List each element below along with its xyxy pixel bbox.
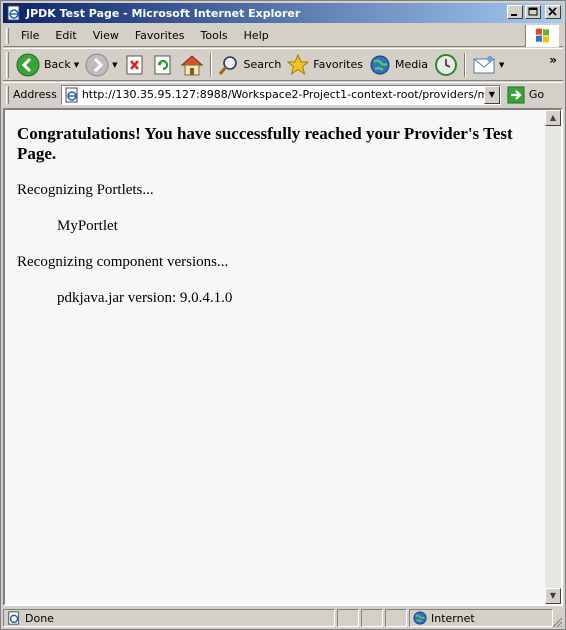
- page-content: Congratulations! You have successfully r…: [5, 110, 545, 604]
- security-zone-cell[interactable]: Internet: [409, 609, 553, 627]
- ie-page-icon: [7, 5, 20, 21]
- component-version: pdkjava.jar version: 9.0.4.1.0: [57, 290, 233, 306]
- menu-view[interactable]: View: [85, 27, 127, 44]
- windows-flag-icon: [536, 28, 549, 43]
- stop-button[interactable]: [121, 51, 149, 79]
- search-label: Search: [243, 58, 282, 71]
- address-label: Address: [13, 88, 57, 101]
- addressbar-grip[interactable]: [6, 85, 9, 104]
- forward-button[interactable]: ▼: [82, 51, 120, 79]
- maximize-button[interactable]: [525, 5, 541, 19]
- portlet-name: MyPortlet: [57, 218, 118, 234]
- resize-grip-icon[interactable]: [551, 616, 563, 628]
- mail-dropdown-icon[interactable]: ▼: [499, 61, 504, 69]
- refresh-icon: [154, 55, 170, 74]
- stop-icon: [126, 55, 142, 74]
- page-heading: Congratulations! You have successfully r…: [17, 124, 513, 163]
- vertical-scrollbar[interactable]: ▲ ▼: [545, 110, 561, 604]
- address-field[interactable]: ▼: [60, 84, 501, 105]
- recognizing-versions-text: Recognizing component versions...: [17, 254, 229, 270]
- status-pane-empty: [337, 609, 359, 627]
- refresh-button[interactable]: [149, 51, 177, 79]
- minimize-icon: [511, 14, 517, 16]
- forward-arrow-icon: [85, 53, 109, 76]
- maximize-icon: [528, 7, 538, 16]
- favorites-button[interactable]: Favorites: [284, 51, 366, 79]
- internet-globe-icon: [413, 611, 427, 625]
- favorites-star-icon: [287, 53, 310, 75]
- minimize-button[interactable]: [507, 5, 523, 19]
- back-button[interactable]: Back ▼: [13, 51, 82, 79]
- status-text-cell: Done: [3, 609, 335, 627]
- toolbar-overflow-chevron[interactable]: »: [549, 53, 557, 67]
- menubar-grip[interactable]: [6, 27, 9, 44]
- media-button[interactable]: Media: [366, 51, 431, 79]
- menu-edit[interactable]: Edit: [47, 27, 84, 44]
- recognizing-portlets-text: Recognizing Portlets...: [17, 182, 154, 198]
- window-title: JPDK Test Page - Microsoft Internet Expl…: [26, 6, 301, 20]
- search-icon: [218, 55, 237, 75]
- status-bar: Done Internet: [3, 608, 563, 628]
- status-pane-empty: [385, 609, 407, 627]
- ie-page-icon: [8, 611, 19, 625]
- standard-toolbar: Back ▼ ▼ Search Favorites Media ▼ »: [3, 48, 563, 81]
- menu-file[interactable]: File: [13, 27, 47, 44]
- menu-tools[interactable]: Tools: [193, 27, 236, 44]
- toolbar-separator: [209, 52, 212, 77]
- toolbar-separator: [464, 52, 467, 77]
- caption-buttons: [505, 5, 561, 19]
- back-dropdown-icon[interactable]: ▼: [74, 61, 79, 69]
- close-button[interactable]: [545, 5, 561, 19]
- browser-window: JPDK Test Page - Microsoft Internet Expl…: [0, 0, 566, 630]
- status-text: Done: [25, 611, 54, 625]
- history-clock-icon: [435, 53, 458, 76]
- go-button[interactable]: Go: [507, 86, 544, 104]
- go-label: Go: [528, 88, 545, 101]
- ie-page-icon: [65, 87, 78, 102]
- title-bar[interactable]: JPDK Test Page - Microsoft Internet Expl…: [3, 3, 563, 23]
- scroll-down-button[interactable]: ▼: [545, 588, 561, 604]
- favorites-label: Favorites: [313, 58, 363, 71]
- mail-button[interactable]: ▼: [469, 51, 507, 79]
- chevron-down-icon: ▼: [549, 591, 557, 600]
- scroll-track[interactable]: [545, 126, 561, 588]
- scroll-up-button[interactable]: ▲: [545, 110, 561, 126]
- forward-dropdown-icon[interactable]: ▼: [112, 61, 117, 69]
- history-button[interactable]: [431, 51, 461, 79]
- chevron-up-icon: ▲: [549, 113, 557, 122]
- search-button[interactable]: Search: [215, 51, 285, 79]
- mail-envelope-icon: [473, 55, 495, 73]
- page-viewport: Congratulations! You have successfully r…: [3, 108, 563, 606]
- home-button[interactable]: [177, 51, 207, 79]
- media-label: Media: [395, 58, 429, 71]
- back-arrow-icon: [16, 53, 40, 76]
- windows-logo: [525, 25, 559, 47]
- close-icon: [548, 7, 557, 16]
- back-label: Back: [44, 58, 71, 71]
- media-globe-icon: [370, 55, 390, 74]
- menu-favorites[interactable]: Favorites: [127, 27, 193, 44]
- status-pane-empty: [361, 609, 383, 627]
- chevron-down-icon: ▼: [488, 89, 495, 99]
- menu-bar: File Edit View Favorites Tools Help: [3, 25, 563, 47]
- menu-help[interactable]: Help: [236, 27, 277, 44]
- home-icon: [180, 54, 203, 75]
- address-bar: Address ▼ Go: [3, 82, 563, 106]
- go-arrow-icon: [507, 86, 525, 103]
- address-input[interactable]: [81, 88, 486, 101]
- security-zone-text: Internet: [431, 611, 475, 625]
- toolbar-grip[interactable]: [6, 51, 9, 78]
- address-dropdown-button[interactable]: ▼: [483, 85, 500, 104]
